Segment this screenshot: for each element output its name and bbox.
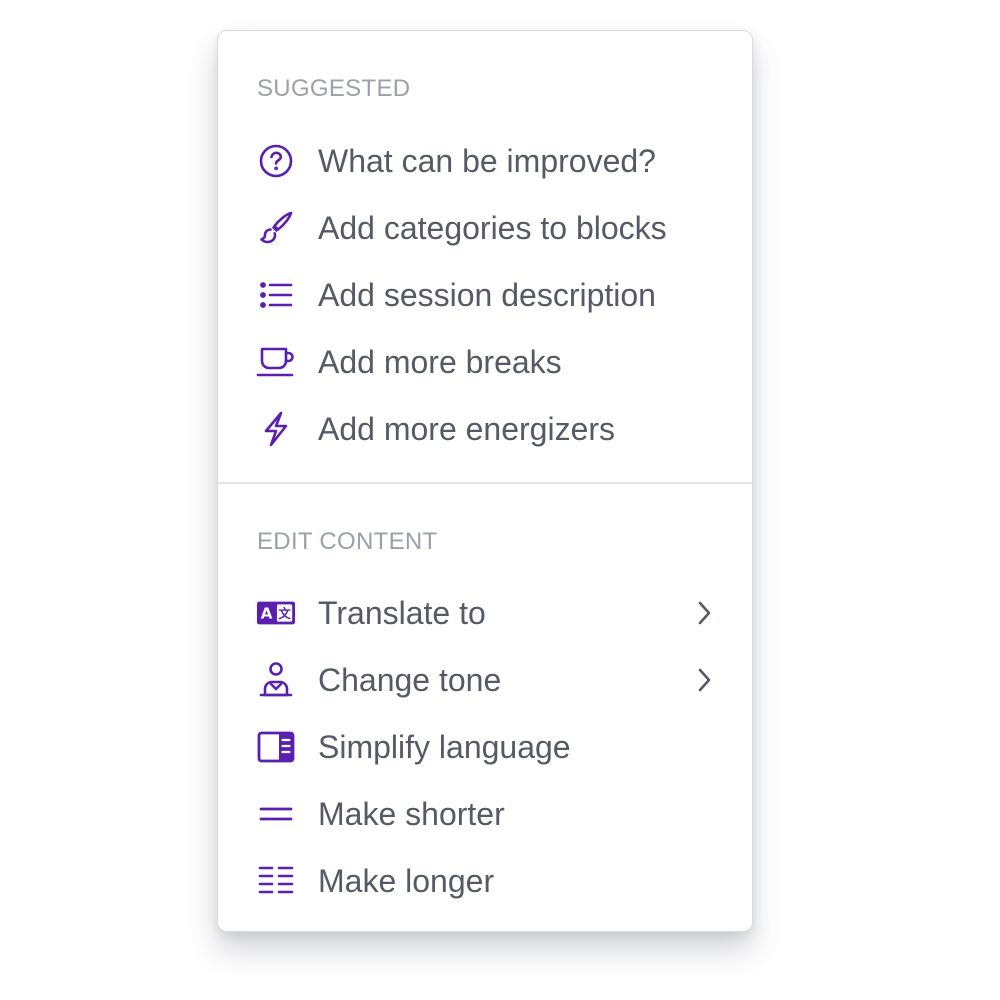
paintbrush-icon bbox=[256, 208, 296, 248]
question-circle-icon bbox=[256, 141, 296, 181]
menu-item-make-shorter[interactable]: Make shorter bbox=[218, 784, 752, 844]
menu-item-label: Change tone bbox=[318, 662, 502, 698]
menu-item-what-can-be-improved[interactable]: What can be improved? bbox=[218, 131, 752, 191]
menu-item-label: What can be improved? bbox=[318, 143, 656, 179]
menu-item-label: Add more energizers bbox=[318, 411, 616, 447]
coffee-cup-icon bbox=[256, 342, 296, 382]
section-heading-suggested: SUGGESTED bbox=[257, 75, 411, 102]
menu-item-translate-to[interactable]: A 文 Translate to bbox=[218, 583, 752, 643]
equals-lines-icon bbox=[256, 794, 296, 834]
menu-item-label: Add more breaks bbox=[318, 344, 562, 380]
section-divider bbox=[218, 482, 752, 484]
chevron-right-icon bbox=[698, 601, 711, 625]
book-panel-icon bbox=[256, 727, 296, 767]
menu-item-label: Add session description bbox=[318, 277, 656, 313]
menu-item-add-more-energizers[interactable]: Add more energizers bbox=[218, 399, 752, 459]
svg-text:文: 文 bbox=[278, 606, 291, 621]
menu-item-label: Add categories to blocks bbox=[318, 210, 667, 246]
menu-item-add-more-breaks[interactable]: Add more breaks bbox=[218, 332, 752, 392]
svg-text:A: A bbox=[261, 605, 273, 623]
menu-item-add-session-description[interactable]: Add session description bbox=[218, 265, 752, 325]
menu-item-label: Translate to bbox=[318, 595, 486, 631]
lightning-bolt-icon bbox=[256, 409, 296, 449]
translate-icon: A 文 bbox=[256, 593, 296, 633]
menu-item-add-categories[interactable]: Add categories to blocks bbox=[218, 198, 752, 258]
menu-item-label: Make shorter bbox=[318, 796, 505, 832]
ai-actions-menu: SUGGESTED What can be improved? Add cate… bbox=[217, 30, 753, 932]
list-icon bbox=[256, 275, 296, 315]
menu-item-label: Make longer bbox=[318, 863, 495, 899]
menu-item-change-tone[interactable]: Change tone bbox=[218, 650, 752, 710]
chevron-right-icon bbox=[698, 668, 711, 692]
menu-item-label: Simplify language bbox=[318, 729, 571, 765]
menu-item-simplify-language[interactable]: Simplify language bbox=[218, 717, 752, 777]
presenter-icon bbox=[256, 660, 296, 700]
menu-item-make-longer[interactable]: Make longer bbox=[218, 851, 752, 911]
multi-list-icon bbox=[256, 861, 296, 901]
section-heading-edit-content: EDIT CONTENT bbox=[257, 528, 438, 555]
